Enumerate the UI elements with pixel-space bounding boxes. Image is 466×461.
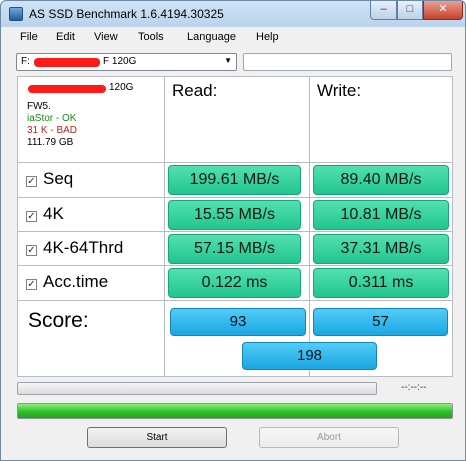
driver-status: iaStor - OK bbox=[27, 113, 77, 124]
drive-capacity: 120G bbox=[109, 82, 134, 93]
checkbox-seq[interactable]: ✓ bbox=[26, 176, 37, 187]
alignment-status: 31 K - BAD bbox=[27, 125, 78, 136]
checkbox-acc-time[interactable]: ✓ bbox=[26, 279, 37, 290]
menu-view[interactable]: View bbox=[94, 31, 118, 43]
redacted-drive-name bbox=[34, 58, 100, 67]
checkbox-4k-64thrd[interactable]: ✓ bbox=[26, 245, 37, 256]
test-label-acc-time[interactable]: ✓ Acc.time bbox=[26, 272, 108, 292]
menu-language[interactable]: Language bbox=[187, 31, 236, 43]
4k-64thrd-read-result: 57.15 MB/s bbox=[168, 234, 301, 264]
benchmark-grid: 120G FW5. iaStor - OK 31 K - BAD 111.79 … bbox=[17, 76, 453, 377]
grid-divider bbox=[18, 197, 452, 198]
test-label-4k[interactable]: ✓ 4K bbox=[26, 204, 64, 224]
minimize-button[interactable]: – bbox=[370, 1, 397, 20]
total-score: 198 bbox=[242, 342, 377, 370]
grid-divider bbox=[18, 162, 452, 163]
chevron-down-icon: ▼ bbox=[224, 56, 232, 65]
progress-fill bbox=[18, 404, 452, 418]
drive-size: 111.79 GB bbox=[27, 137, 74, 148]
drive-letter: F: bbox=[21, 56, 30, 67]
test-name: Seq bbox=[43, 169, 74, 188]
checkbox-4k[interactable]: ✓ bbox=[26, 211, 37, 222]
menu-tools[interactable]: Tools bbox=[138, 31, 164, 43]
overall-progress-bar bbox=[17, 403, 453, 419]
seq-read-result: 199.61 MB/s bbox=[168, 165, 301, 195]
test-label-4k-64thrd[interactable]: ✓ 4K-64Thrd bbox=[26, 238, 123, 258]
menu-file[interactable]: File bbox=[20, 31, 38, 43]
score-label: Score: bbox=[28, 309, 89, 332]
test-name: 4K bbox=[43, 204, 64, 223]
grid-divider bbox=[309, 77, 310, 376]
firmware-label: FW5. bbox=[27, 101, 51, 112]
test-name: 4K-64Thrd bbox=[43, 238, 124, 257]
test-label-seq[interactable]: ✓ Seq bbox=[26, 169, 73, 189]
write-score: 57 bbox=[313, 308, 448, 336]
menu-bar: File Edit View Tools Language Help bbox=[2, 27, 464, 48]
grid-divider bbox=[18, 300, 452, 301]
read-header: Read: bbox=[172, 81, 218, 100]
drive-info-field[interactable] bbox=[243, 53, 452, 71]
menu-help[interactable]: Help bbox=[256, 31, 279, 43]
menu-edit[interactable]: Edit bbox=[56, 31, 75, 43]
4k-64thrd-write-result: 37.31 MB/s bbox=[313, 234, 449, 264]
write-header: Write: bbox=[317, 81, 362, 100]
maximize-button[interactable]: □ bbox=[397, 1, 423, 20]
acc-time-read-result: 0.122 ms bbox=[168, 268, 301, 298]
grid-divider bbox=[18, 231, 452, 232]
4k-read-result: 15.55 MB/s bbox=[168, 200, 301, 230]
app-icon bbox=[9, 7, 23, 21]
4k-write-result: 10.81 MB/s bbox=[313, 200, 449, 230]
grid-divider bbox=[164, 77, 165, 376]
drive-model-suffix: F 120G bbox=[103, 56, 137, 67]
drive-dropdown[interactable]: F: F 120G ▼ bbox=[16, 53, 237, 71]
app-window: AS SSD Benchmark 1.6.4194.30325 – □ ✕ Fi… bbox=[0, 0, 466, 461]
start-button[interactable]: Start bbox=[87, 427, 227, 448]
abort-button[interactable]: Abort bbox=[259, 427, 399, 448]
test-progress-bar bbox=[17, 382, 377, 395]
title-bar[interactable]: AS SSD Benchmark 1.6.4194.30325 – □ ✕ bbox=[1, 1, 465, 27]
elapsed-time: --:--:-- bbox=[401, 382, 427, 393]
redacted-drive-model bbox=[28, 85, 106, 93]
close-button[interactable]: ✕ bbox=[423, 1, 463, 20]
read-score: 93 bbox=[170, 308, 306, 336]
seq-write-result: 89.40 MB/s bbox=[313, 165, 449, 195]
acc-time-write-result: 0.311 ms bbox=[313, 268, 449, 298]
grid-divider bbox=[18, 265, 452, 266]
window-title: AS SSD Benchmark 1.6.4194.30325 bbox=[29, 7, 224, 21]
test-name: Acc.time bbox=[43, 272, 109, 291]
